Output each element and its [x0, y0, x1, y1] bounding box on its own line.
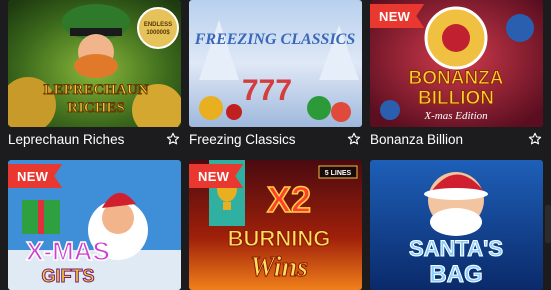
game-card-leprechaun-riches[interactable]: ENDLESS 100000$ LEPRECHAUN RICHES Leprec… [8, 0, 181, 150]
game-card-xmas-gifts[interactable]: X-MAS GIFTS NEW [8, 160, 181, 290]
game-card-freezing-classics[interactable]: FREEZING CLASSICS 777 Freezing Classics [189, 0, 362, 150]
game-title[interactable]: Freezing Classics [189, 132, 296, 147]
game-card-santas-bag[interactable]: SANTA'S BAG [370, 160, 543, 290]
svg-text:Wins: Wins [250, 252, 308, 283]
svg-text:SANTA'S: SANTA'S [409, 236, 503, 261]
svg-text:X-MAS: X-MAS [26, 236, 110, 266]
game-card-burning-wins[interactable]: 5 LINES X2 BURNING Wins NEW [189, 160, 362, 290]
svg-text:GIFTS: GIFTS [42, 266, 95, 286]
svg-text:RICHES: RICHES [67, 100, 125, 116]
star-icon[interactable] [527, 131, 543, 147]
svg-text:BILLION: BILLION [418, 88, 494, 109]
game-thumbnail[interactable]: ENDLESS 100000$ LEPRECHAUN RICHES [8, 0, 181, 127]
new-badge: NEW [8, 164, 62, 188]
svg-text:ENDLESS: ENDLESS [144, 22, 172, 28]
svg-text:BURNING: BURNING [228, 226, 331, 251]
santas-bag-artwork: SANTA'S BAG [370, 160, 543, 290]
svg-text:FREEZING CLASSICS: FREEZING CLASSICS [194, 31, 356, 48]
new-badge: NEW [189, 164, 243, 188]
star-icon[interactable] [165, 131, 181, 147]
star-icon[interactable] [346, 131, 362, 147]
svg-text:X-mas Edition: X-mas Edition [423, 110, 488, 122]
svg-text:LEPRECHAUN: LEPRECHAUN [43, 82, 148, 98]
scrollbar-thumb[interactable] [545, 205, 551, 243]
svg-text:BONANZA: BONANZA [409, 68, 504, 89]
freezing-classics-artwork: FREEZING CLASSICS 777 [189, 0, 362, 127]
leprechaun-artwork: ENDLESS 100000$ LEPRECHAUN RICHES [8, 0, 181, 127]
svg-text:BAG: BAG [429, 261, 482, 288]
svg-text:X2: X2 [267, 179, 311, 220]
svg-text:5 LINES: 5 LINES [325, 170, 352, 177]
game-thumbnail[interactable]: FREEZING CLASSICS 777 [189, 0, 362, 127]
svg-text:777: 777 [242, 74, 292, 107]
svg-text:100000$: 100000$ [146, 30, 170, 36]
game-title[interactable]: Bonanza Billion [370, 132, 463, 147]
new-badge: NEW [370, 4, 424, 28]
game-card-bonanza-billion[interactable]: BONANZA BILLION X-mas Edition NEW Bonanz… [370, 0, 543, 150]
game-thumbnail[interactable]: SANTA'S BAG [370, 160, 543, 290]
game-title[interactable]: Leprechaun Riches [8, 132, 124, 147]
